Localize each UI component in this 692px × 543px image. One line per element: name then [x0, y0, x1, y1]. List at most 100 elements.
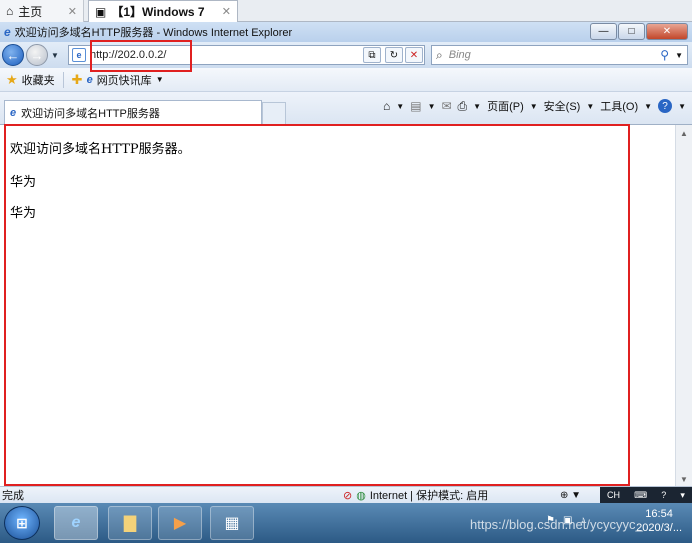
clock-date: 2020/3/... — [636, 522, 682, 534]
stop-button[interactable]: ✕ — [405, 47, 423, 63]
help-icon[interactable]: ? — [661, 490, 666, 500]
address-url[interactable]: http://202.0.0.2/ — [90, 49, 410, 61]
page-content: 欢迎访问多域名HTTP服务器。 华为 华为 ▲ ▼ — [0, 124, 692, 487]
network-app-icon: ▦ — [224, 515, 240, 532]
home-icon: ⌂ — [6, 4, 14, 18]
scroll-up-icon[interactable]: ▲ — [676, 125, 692, 141]
window-titlebar: e 欢迎访问多域名HTTP服务器 - Windows Internet Expl… — [0, 22, 692, 42]
search-dropdown-icon[interactable]: ▼ — [675, 51, 683, 60]
action-center-icon[interactable]: ⚑ — [546, 515, 555, 526]
add-favorite-icon[interactable]: ✚ — [72, 72, 83, 88]
windows-logo-icon: ⊞ — [16, 514, 28, 531]
favorites-button[interactable]: 收藏夹 — [22, 72, 55, 88]
globe-icon: ◍ — [356, 489, 366, 502]
arrow-right-icon: → — [30, 47, 44, 63]
page-heading: 欢迎访问多域名HTTP服务器。 — [10, 142, 191, 157]
language-bar: CH ⌨ ? ▾ — [600, 487, 692, 503]
folder-icon: ▇ — [123, 515, 137, 532]
vertical-scrollbar[interactable]: ▲ ▼ — [675, 125, 692, 487]
maximize-button[interactable]: □ — [618, 23, 645, 40]
taskbar-media-player-button[interactable]: ▶ — [158, 506, 202, 540]
favorites-star-icon[interactable]: ★ — [6, 72, 18, 88]
web-slice-icon: e — [86, 73, 93, 86]
search-icon: ⌕ — [436, 47, 443, 62]
zone-label: Internet | 保护模式: 启用 — [369, 490, 489, 502]
chevron-down-icon[interactable]: ▼ — [678, 102, 686, 111]
taskbar: ⊞ e ▇ ▶ ▦ https://blog.csdn.net/ycycyyc_… — [0, 503, 692, 543]
vm-icon: ▣ — [95, 4, 107, 19]
host-tab-strip: ⌂ 主页 ✕ ▣ 【1】Windows 7 ✕ — [0, 0, 692, 22]
divider — [62, 71, 64, 88]
security-zone[interactable]: ⊘ ◍ Internet | 保护模式: 启用 — [343, 487, 488, 503]
tab-title: 欢迎访问多域名HTTP服务器 — [21, 107, 160, 120]
ie-logo-icon: e — [4, 25, 11, 39]
forward-button[interactable]: → — [26, 44, 48, 66]
host-tab-vm-label: 【1】Windows 7 — [111, 5, 205, 19]
close-icon[interactable]: ✕ — [68, 5, 77, 18]
status-bar: 完成 ⊘ ◍ Internet | 保护模式: 启用 ⊕ ▼ CH ⌨ ? ▾ — [0, 486, 692, 503]
web-slice-gallery-link[interactable]: 网页快讯库 — [97, 72, 152, 88]
favorites-bar: ★ 收藏夹 ✚ e 网页快讯库 ▼ — [0, 68, 692, 92]
media-player-icon: ▶ — [173, 515, 187, 532]
feeds-icon[interactable]: ▤ — [410, 99, 421, 113]
ie-tab-icon: e — [10, 106, 17, 119]
chevron-down-icon[interactable]: ▼ — [644, 102, 652, 111]
page-text-line: 华为 — [10, 206, 37, 221]
window-title: 欢迎访问多域名HTTP服务器 - Windows Internet Explor… — [14, 27, 293, 39]
navigation-bar: ← → ▼ e http://202.0.0.2/ ▼ ⧉ ↻ ✕ ⌕ Bing… — [0, 42, 692, 68]
clock[interactable]: 16:54 2020/3/... — [636, 507, 682, 535]
refresh-icon: ↻ — [389, 49, 399, 61]
volume-icon[interactable]: ♪ — [580, 515, 585, 526]
stop-icon: ✕ — [409, 49, 419, 61]
search-placeholder[interactable]: Bing — [449, 49, 655, 61]
back-button[interactable]: ← — [2, 44, 24, 66]
arrow-left-icon: ← — [6, 47, 20, 63]
command-bar: e 欢迎访问多域名HTTP服务器 ⌂ ▼ ▤ ▼ ✉ ⎙ ▼ 页面(P) ▼ 安全(S)… — [0, 92, 692, 124]
page-menu-button[interactable]: 页面(P) — [487, 98, 524, 114]
tab-current-page[interactable]: e 欢迎访问多域名HTTP服务器 — [4, 100, 262, 124]
zoom-control[interactable]: ⊕ ▼ — [560, 490, 581, 501]
host-tab-vm[interactable]: ▣ 【1】Windows 7 ✕ — [88, 0, 238, 22]
history-dropdown-icon[interactable]: ▼ — [51, 51, 59, 60]
window-controls: — □ ✕ — [590, 23, 688, 40]
safety-menu-button[interactable]: 安全(S) — [544, 98, 581, 114]
taskbar-ie-button[interactable]: e — [54, 506, 98, 540]
network-icon[interactable]: ▣ — [563, 515, 572, 526]
page-text-line: 华为 — [10, 175, 37, 190]
chevron-down-icon[interactable]: ▼ — [428, 102, 436, 111]
ime-indicator[interactable]: CH — [607, 490, 620, 500]
compat-icon: ⧉ — [368, 49, 376, 61]
chevron-down-icon[interactable]: ▼ — [156, 75, 164, 84]
scroll-down-icon[interactable]: ▼ — [676, 471, 692, 487]
system-tray: ⚑ ▣ ♪ — [546, 515, 585, 526]
status-text: 完成 — [2, 490, 24, 502]
search-go-icon[interactable]: ⚲ — [660, 48, 669, 62]
host-tab-home-label: 主页 — [18, 4, 43, 19]
taskbar-network-button[interactable]: ▦ — [210, 506, 254, 540]
tools-menu-button[interactable]: 工具(O) — [600, 98, 638, 114]
home-icon[interactable]: ⌂ — [383, 99, 390, 113]
clock-time: 16:54 — [645, 508, 673, 520]
taskbar-explorer-button[interactable]: ▇ — [108, 506, 152, 540]
host-tab-home[interactable]: ⌂ 主页 ✕ — [0, 0, 84, 22]
mail-icon[interactable]: ✉ — [441, 99, 451, 113]
close-button[interactable]: ✕ — [646, 23, 688, 40]
refresh-button[interactable]: ↻ — [385, 47, 403, 63]
minimize-button[interactable]: — — [590, 23, 617, 40]
new-tab-button[interactable] — [262, 102, 286, 124]
start-button[interactable]: ⊞ — [4, 506, 40, 540]
chevron-down-icon[interactable]: ▼ — [473, 102, 481, 111]
chevron-down-icon[interactable]: ▾ — [680, 490, 685, 501]
chevron-down-icon[interactable]: ▼ — [586, 102, 594, 111]
keyboard-icon[interactable]: ⌨ — [634, 490, 647, 501]
blocked-icon: ⊘ — [343, 489, 353, 502]
command-buttons: ⌂ ▼ ▤ ▼ ✉ ⎙ ▼ 页面(P) ▼ 安全(S) ▼ 工具(O) ▼ ? ▼ — [383, 98, 686, 114]
chevron-down-icon[interactable]: ▼ — [530, 102, 538, 111]
close-icon[interactable]: ✕ — [222, 5, 231, 18]
help-icon[interactable]: ? — [658, 99, 673, 113]
page-icon: e — [72, 48, 86, 62]
chevron-down-icon[interactable]: ▼ — [396, 102, 404, 111]
compatibility-view-button[interactable]: ⧉ — [363, 47, 381, 63]
search-box[interactable]: ⌕ Bing ⚲ ▼ — [431, 45, 688, 65]
print-icon[interactable]: ⎙ — [458, 99, 468, 114]
